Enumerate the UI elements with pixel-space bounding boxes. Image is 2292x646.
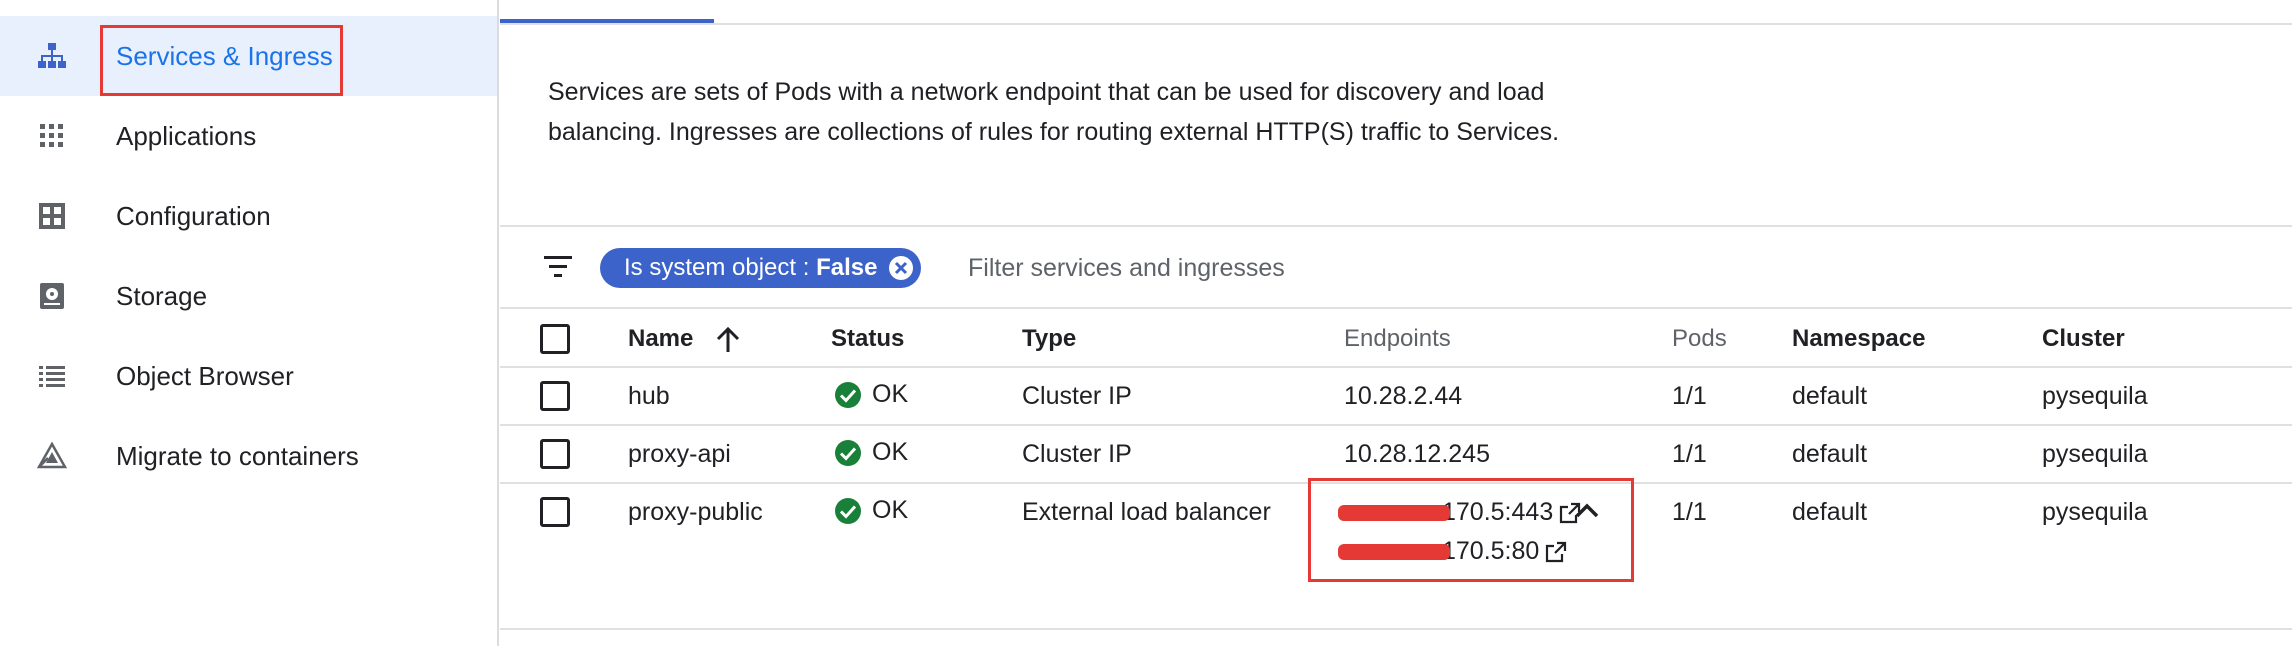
sidebar-item-label: Configuration	[116, 200, 271, 231]
sidebar-item-storage[interactable]: Storage	[0, 256, 497, 336]
check-circle-icon	[835, 381, 861, 408]
sidebar-item-migrate[interactable]: Migrate to containers	[0, 416, 497, 496]
column-header-cluster[interactable]: Cluster	[2042, 325, 2125, 353]
endpoint-cell: 10.28.2.44	[1344, 382, 1463, 410]
column-header-type[interactable]: Type	[1022, 325, 1076, 353]
status-cell: OK	[834, 438, 908, 467]
column-header-status[interactable]: Status	[831, 325, 904, 353]
status-cell: OK	[834, 380, 908, 409]
annotation-highlight-box	[100, 25, 343, 96]
select-all-checkbox[interactable]	[540, 324, 570, 354]
row-checkbox[interactable]	[540, 497, 570, 527]
sort-arrow-up-icon	[716, 326, 740, 352]
pods-cell: 1/1	[1672, 382, 1707, 410]
sidebar-item-configuration[interactable]: Configuration	[0, 176, 497, 256]
sidebar-item-label: Applications	[116, 120, 257, 151]
sidebar-item-label: Migrate to containers	[116, 440, 359, 471]
divider	[500, 628, 2292, 630]
divider	[500, 424, 2292, 426]
check-circle-icon	[835, 439, 861, 466]
divider	[500, 366, 2292, 368]
service-name-link[interactable]: proxy-api	[628, 440, 731, 469]
row-checkbox[interactable]	[540, 381, 570, 411]
services-ingress-icon	[38, 43, 66, 68]
namespace-cell: default	[1792, 382, 1868, 410]
filter-chip-key: Is system object :	[624, 254, 817, 281]
sidebar-item-label: Storage	[116, 280, 208, 311]
apps-grid-icon	[40, 124, 63, 147]
type-cell: Cluster IP	[1022, 440, 1132, 468]
type-cell: External load balancer	[1022, 498, 1271, 526]
close-icon[interactable]	[889, 256, 914, 280]
namespace-cell: default	[1792, 440, 1868, 468]
pods-cell: 1/1	[1672, 498, 1707, 526]
service-name-link[interactable]: proxy-public	[628, 498, 763, 527]
filter-input[interactable]	[968, 248, 1668, 288]
filter-chip[interactable]: Is system object : False	[600, 248, 922, 288]
list-icon	[39, 366, 65, 387]
pods-cell: 1/1	[1672, 440, 1707, 468]
column-header-endpoints: Endpoints	[1344, 325, 1451, 352]
divider	[500, 225, 2292, 227]
sidebar-item-applications[interactable]: Applications	[0, 96, 497, 176]
annotation-highlight-box	[1308, 478, 1634, 582]
migrate-icon	[36, 441, 68, 469]
namespace-cell: default	[1792, 498, 1868, 526]
column-header-pods: Pods	[1672, 325, 1727, 352]
main-content: Services are sets of Pods with a network…	[500, 0, 2292, 646]
sidebar: Services & Ingress Applications Configur…	[0, 0, 499, 646]
status-cell: OK	[834, 496, 908, 525]
tab-divider	[500, 23, 2292, 25]
cluster-cell[interactable]: pysequila	[2042, 498, 2148, 527]
cluster-cell[interactable]: pysequila	[2042, 382, 2148, 411]
row-checkbox[interactable]	[540, 439, 570, 469]
storage-icon	[40, 283, 64, 309]
page-description: Services are sets of Pods with a network…	[548, 78, 1560, 146]
sidebar-item-label: Object Browser	[116, 360, 294, 391]
sidebar-item-object-browser[interactable]: Object Browser	[0, 336, 497, 416]
filter-chip-value: False	[816, 254, 878, 281]
divider	[500, 307, 2292, 309]
column-header-namespace[interactable]: Namespace	[1792, 325, 1925, 353]
filter-icon[interactable]	[542, 253, 574, 281]
cluster-cell[interactable]: pysequila	[2042, 440, 2148, 469]
service-name-link[interactable]: hub	[628, 382, 670, 411]
check-circle-icon	[835, 497, 861, 524]
column-header-name[interactable]: Name	[628, 325, 742, 354]
configuration-icon	[39, 203, 65, 229]
type-cell: Cluster IP	[1022, 382, 1132, 410]
endpoint-cell: 10.28.12.245	[1344, 440, 1490, 468]
